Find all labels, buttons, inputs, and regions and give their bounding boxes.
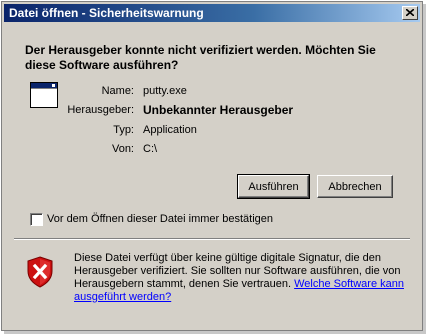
name-label: Name: bbox=[101, 85, 134, 97]
from-label: Von: bbox=[111, 143, 134, 155]
title-bar[interactable]: Datei öffnen - Sicherheitswarnung bbox=[4, 4, 420, 22]
cancel-button[interactable]: Abbrechen bbox=[317, 175, 393, 198]
always-confirm-checkbox[interactable] bbox=[30, 213, 43, 226]
publisher-label: Herausgeber: bbox=[67, 104, 134, 116]
always-confirm-label[interactable]: Vor dem Öffnen dieser Datei immer bestät… bbox=[47, 213, 273, 225]
close-button[interactable] bbox=[402, 6, 418, 20]
run-button[interactable]: Ausführen bbox=[237, 174, 310, 199]
close-icon bbox=[406, 9, 414, 16]
type-label: Typ: bbox=[113, 124, 134, 136]
separator bbox=[14, 238, 410, 240]
type-value: Application bbox=[143, 124, 197, 136]
name-value: putty.exe bbox=[143, 85, 187, 97]
warning-question: Der Herausgeber konnte nicht verifiziert… bbox=[25, 43, 376, 72]
security-shield-icon bbox=[27, 256, 53, 288]
publisher-value: Unbekannter Herausgeber bbox=[143, 103, 294, 117]
from-value: C:\ bbox=[143, 143, 158, 155]
warning-text-block: Diese Datei verfügt über keine gültige d… bbox=[74, 252, 404, 304]
window-title: Datei öffnen - Sicherheitswarnung bbox=[9, 6, 204, 20]
security-warning-dialog: Datei öffnen - Sicherheitswarnung Der He… bbox=[1, 1, 423, 331]
